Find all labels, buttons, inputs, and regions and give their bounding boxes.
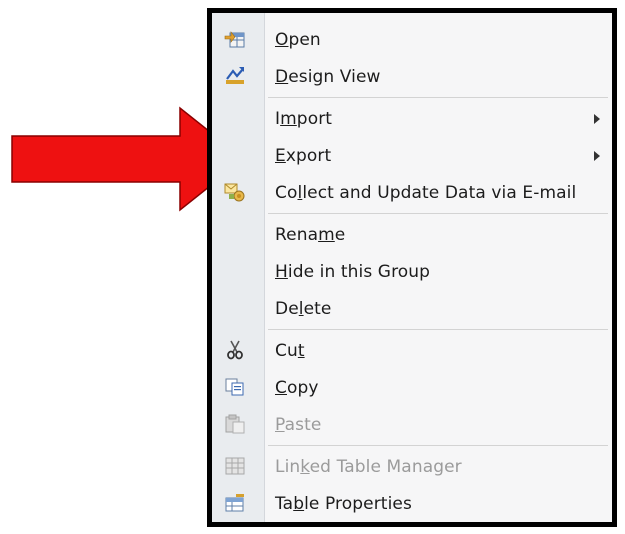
paste-icon <box>225 414 245 434</box>
menu-item-delete[interactable]: Delete <box>212 290 612 327</box>
menu-item-rename[interactable]: Rename <box>212 216 612 253</box>
open-icon <box>224 31 245 48</box>
menu-item-hide-in-group[interactable]: Hide in this Group <box>212 253 612 290</box>
menu-item-export[interactable]: Export <box>212 137 612 174</box>
menu-item-cut[interactable]: Cut <box>212 332 612 369</box>
linked-table-icon <box>225 457 245 475</box>
menu-item-paste[interactable]: Paste <box>212 406 612 443</box>
submenu-arrow-icon <box>594 150 600 161</box>
menu-item-design-view[interactable]: Design View <box>212 58 612 95</box>
menu-item-table-properties[interactable]: Table Properties <box>212 485 612 522</box>
collect-data-icon <box>224 183 245 202</box>
submenu-arrow-icon <box>594 113 600 124</box>
table-properties-icon <box>225 494 244 512</box>
menu-item-open[interactable]: Open <box>212 21 612 58</box>
context-menu: Open Design View Import Export Collect a… <box>207 8 617 527</box>
scissors-icon <box>227 340 243 360</box>
menu-item-linked-table-manager[interactable]: Linked Table Manager <box>212 448 612 485</box>
menu-item-copy[interactable]: Copy <box>212 369 612 406</box>
design-view-icon <box>226 67 244 84</box>
copy-icon <box>225 378 244 396</box>
menu-item-collect-update-data[interactable]: Collect and Update Data via E-mail <box>212 174 612 211</box>
menu-item-import[interactable]: Import <box>212 100 612 137</box>
